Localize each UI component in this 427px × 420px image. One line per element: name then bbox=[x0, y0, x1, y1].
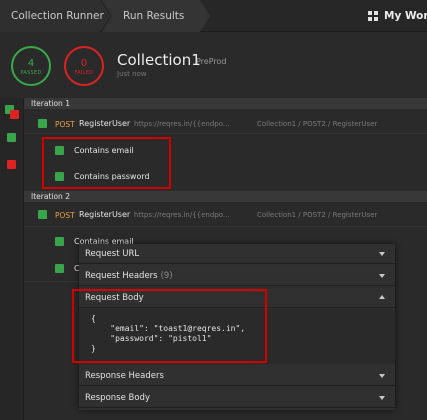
strip-status-pass[interactable] bbox=[7, 133, 16, 142]
chevron-down-icon bbox=[379, 374, 385, 378]
iteration-header: Iteration 2 bbox=[24, 191, 427, 202]
workspace-switcher[interactable]: My Works bbox=[384, 10, 427, 22]
request-status-icon bbox=[38, 210, 47, 219]
iteration-header: Iteration 1 bbox=[24, 98, 427, 109]
highlight-box bbox=[42, 137, 171, 189]
request-name[interactable]: RegisterUser bbox=[79, 119, 130, 128]
breadcrumb-collection-runner[interactable]: Collection Runner bbox=[0, 0, 110, 32]
request-headers-count: (9) bbox=[160, 271, 173, 281]
passed-count: 4 bbox=[27, 58, 35, 69]
passed-counter: 4 PASSED bbox=[11, 46, 51, 86]
test-pass-icon bbox=[55, 264, 64, 273]
collection-name: Collection1 bbox=[117, 51, 201, 69]
request-url-section[interactable]: Request URL bbox=[79, 244, 395, 264]
chevron-down-icon bbox=[379, 396, 385, 400]
iteration-strip bbox=[0, 98, 24, 420]
request-headers-label: Request Headers (9) bbox=[85, 271, 173, 281]
response-headers-section[interactable]: Response Headers bbox=[79, 366, 395, 386]
response-body-label: Response Body bbox=[85, 393, 150, 403]
request-url: https://reqres.in/{{endpo... bbox=[134, 211, 230, 219]
request-path: Collection1 / POST2 / RegisterUser bbox=[257, 211, 378, 219]
chevron-up-icon bbox=[379, 295, 385, 299]
highlight-box bbox=[72, 289, 267, 363]
divider bbox=[24, 281, 79, 282]
failed-counter: 0 FAILED bbox=[64, 46, 104, 86]
request-url: https://reqres.in/{{endpo... bbox=[134, 120, 230, 128]
request-url-label: Request URL bbox=[85, 249, 140, 259]
breadcrumb-run-results[interactable]: Run Results bbox=[102, 0, 210, 32]
grid-icon bbox=[368, 11, 378, 21]
chevron-down-icon bbox=[379, 252, 385, 256]
run-summary: 4 PASSED 0 FAILED Collection1 PreProd Ju… bbox=[0, 33, 427, 98]
request-row[interactable]: POST RegisterUser https://reqres.in/{{en… bbox=[24, 203, 427, 227]
failed-label: FAILED bbox=[74, 70, 94, 76]
passed-label: PASSED bbox=[20, 70, 42, 76]
strip-status-fail[interactable] bbox=[7, 160, 16, 169]
run-time: Just now bbox=[117, 70, 147, 78]
failed-count: 0 bbox=[80, 58, 88, 69]
response-headers-label: Response Headers bbox=[85, 371, 164, 381]
request-path: Collection1 / POST2 / RegisterUser bbox=[257, 120, 378, 128]
environment-name: PreProd bbox=[196, 57, 227, 66]
request-row[interactable]: POST RegisterUser https://reqres.in/{{en… bbox=[24, 110, 427, 134]
request-status-icon bbox=[38, 119, 47, 128]
top-bar: Collection Runner Run Results My Works bbox=[0, 0, 427, 32]
breadcrumb-run-results-label: Run Results bbox=[123, 10, 185, 22]
strip-status-fail[interactable] bbox=[10, 110, 19, 119]
breadcrumb-collection-runner-label: Collection Runner bbox=[11, 10, 104, 22]
chevron-down-icon bbox=[379, 274, 385, 278]
request-method: POST bbox=[55, 211, 75, 220]
request-name[interactable]: RegisterUser bbox=[79, 210, 130, 219]
test-pass-icon bbox=[55, 237, 64, 246]
request-headers-section[interactable]: Request Headers (9) bbox=[79, 266, 395, 286]
request-method: POST bbox=[55, 120, 75, 129]
response-body-section[interactable]: Response Body bbox=[79, 388, 395, 408]
